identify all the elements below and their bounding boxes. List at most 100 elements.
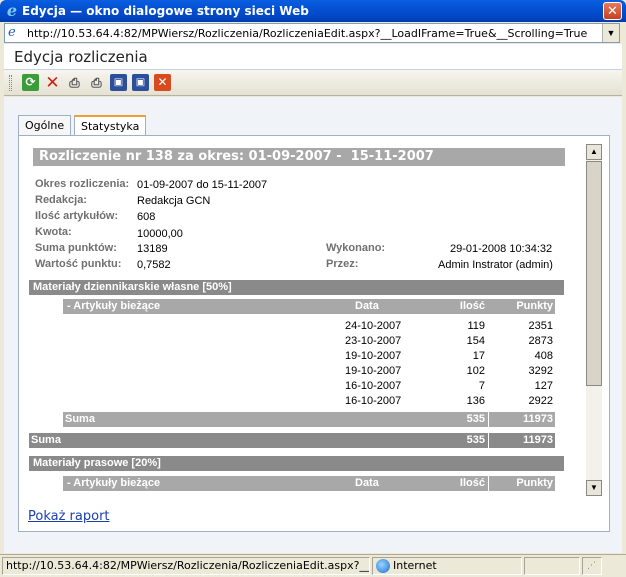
subsection-title: - Artykuły bieżące [67,477,161,489]
cell-data: 16-10-2007 [345,380,402,392]
section-sum-row: Suma 535 11973 [29,433,555,448]
value-wartosc: 0,7582 [137,259,171,271]
table-row: 19-10-2007 102 3292 [63,364,555,379]
cell-data: 24-10-2007 [345,320,402,332]
report-title: Rozliczenie nr 138 za okres: 01-09-2007 … [33,148,565,166]
sum-punkty: 11973 [523,434,553,446]
address-url[interactable]: http://10.53.64.4:82/MPWiersz/Rozliczeni… [27,27,587,40]
tab-ogolne[interactable]: Ogólne [18,115,72,135]
save-close-icon[interactable]: ▣ [132,74,149,91]
column-header-data: Data [355,477,379,489]
label-ilosc: Ilość artykułów: [35,210,119,222]
section-header: Materiały dziennikarskie własne [50%] [29,280,564,295]
window-titlebar: e Edycja — okno dialogowe strony sieci W… [0,0,626,22]
show-report-link[interactable]: Pokaż raport [28,509,110,524]
print-preview-icon[interactable]: ⎙ [88,74,105,91]
resize-grip-icon[interactable]: ⋰ [587,560,599,572]
tab-statystyka[interactable]: Statystyka [74,115,147,136]
cell-data: 23-10-2007 [345,335,402,347]
cell-ilosc: 102 [466,365,485,377]
save-icon[interactable]: ▣ [110,74,127,91]
cell-data: 19-10-2007 [345,365,402,377]
label-redakcja: Redakcja: [35,194,87,206]
cell-ilosc: 17 [472,350,485,362]
close-icon[interactable]: ✕ [154,74,171,91]
subsection-header[interactable]: - Artykuły bieżące Data Ilość Punkty [63,476,555,491]
table-row: 16-10-2007 136 2922 [63,394,555,409]
scroll-up-icon[interactable]: ▲ [586,144,602,160]
address-bar[interactable]: e http://10.53.64.4:82/MPWiersz/Rozlicze… [4,23,620,43]
cell-punkty: 3292 [528,365,553,377]
refresh-icon[interactable]: ⟳ [22,74,39,91]
label-wartosc: Wartość punktu: [35,258,122,270]
label-kwota: Kwota: [35,226,72,238]
column-separator [488,433,489,448]
table-row: 16-10-2007 7 127 [63,379,555,394]
print-icon[interactable]: ⎙ [66,74,83,91]
delete-icon[interactable]: ✕ [44,74,61,91]
value-wykonano: 29-01-2008 10:34:32 [450,243,553,255]
column-header-punkty: Punkty [516,477,553,489]
value-przez: Admin Instrator (admin) [438,259,553,271]
status-zone-label: Internet [393,559,437,572]
value-ilosc: 608 [137,211,156,223]
sum-label: Suma [65,413,95,425]
ie-logo-icon: e [6,1,18,20]
cell-ilosc: 154 [466,335,485,347]
sum-label: Suma [31,434,61,446]
scroll-down-icon[interactable]: ▼ [586,480,602,496]
cell-punkty: 408 [534,350,553,362]
table-row: 24-10-2007 119 2351 [63,319,555,334]
subsection-header[interactable]: - Artykuły bieżące Data Ilość Punkty [63,299,555,314]
page-title: Edycja rozliczenia [14,48,148,66]
page-header: Edycja rozliczenia [4,44,622,70]
value-kwota: 10000,00 [137,228,183,240]
window-title: Edycja — okno dialogowe strony sieci Web [22,4,309,18]
column-header-data: Data [355,300,379,312]
window-close-button[interactable]: ✕ [603,2,622,20]
label-przez: Przez: [326,258,359,270]
status-url: http://10.53.64.4:82/MPWiersz/Rozliczeni… [2,557,370,575]
cell-punkty: 2351 [528,320,553,332]
cell-data: 16-10-2007 [345,395,402,407]
table-row: 23-10-2007 154 2873 [63,334,555,349]
sum-ilosc: 535 [466,434,485,446]
value-suma-punktow: 13189 [137,243,168,255]
value-redakcja: Redakcja GCN [137,195,211,207]
cell-ilosc: 136 [466,395,485,407]
label-wykonano: Wykonano: [326,242,386,254]
status-bar: http://10.53.64.4:82/MPWiersz/Rozliczeni… [0,554,626,577]
cell-ilosc: 119 [467,320,485,332]
report-content: Rozliczenie nr 138 za okres: 01-09-2007 … [29,144,584,496]
cell-punkty: 2873 [528,335,553,347]
cell-punkty: 127 [534,380,553,392]
scroll-thumb[interactable] [586,161,602,386]
sum-punkty: 11973 [523,413,553,425]
status-zone: Internet [372,557,522,575]
sum-ilosc: 535 [466,413,485,425]
table-row: 19-10-2007 17 408 [63,349,555,364]
value-okres: 01-09-2007 do 15-11-2007 [137,179,268,191]
subsection-sum-row: Suma 535 11973 [63,412,555,427]
section-header: Materiały prasowe [20%] [29,456,564,471]
label-okres: Okres rozliczenia: [35,178,130,190]
toolbar: ⟳ ✕ ⎙ ⎙ ▣ ▣ ✕ [4,70,622,96]
cell-punkty: 2922 [528,395,553,407]
form-body: Ogólne Statystyka Rozliczenie nr 138 za … [4,97,622,553]
tab-panel: Rozliczenie nr 138 za okres: 01-09-2007 … [18,135,610,532]
column-header-ilosc: Ilość [459,477,485,489]
column-header-punkty: Punkty [516,300,553,312]
toolbar-grip [9,75,12,91]
column-separator [488,412,489,427]
label-suma-punktow: Suma punktów: [35,242,117,254]
cell-ilosc: 7 [478,380,485,392]
address-dropdown-button[interactable]: ▼ [602,24,619,42]
status-resize-segment: ⋰ [582,557,602,575]
status-empty-segment [524,557,580,575]
internet-zone-icon [376,559,390,573]
column-separator [488,476,489,491]
vertical-scrollbar[interactable]: ▲ ▼ [586,144,602,496]
report-frame: Rozliczenie nr 138 za okres: 01-09-2007 … [29,144,602,496]
subsection-title: - Artykuły bieżące [67,300,161,312]
page-icon: e [8,25,16,40]
